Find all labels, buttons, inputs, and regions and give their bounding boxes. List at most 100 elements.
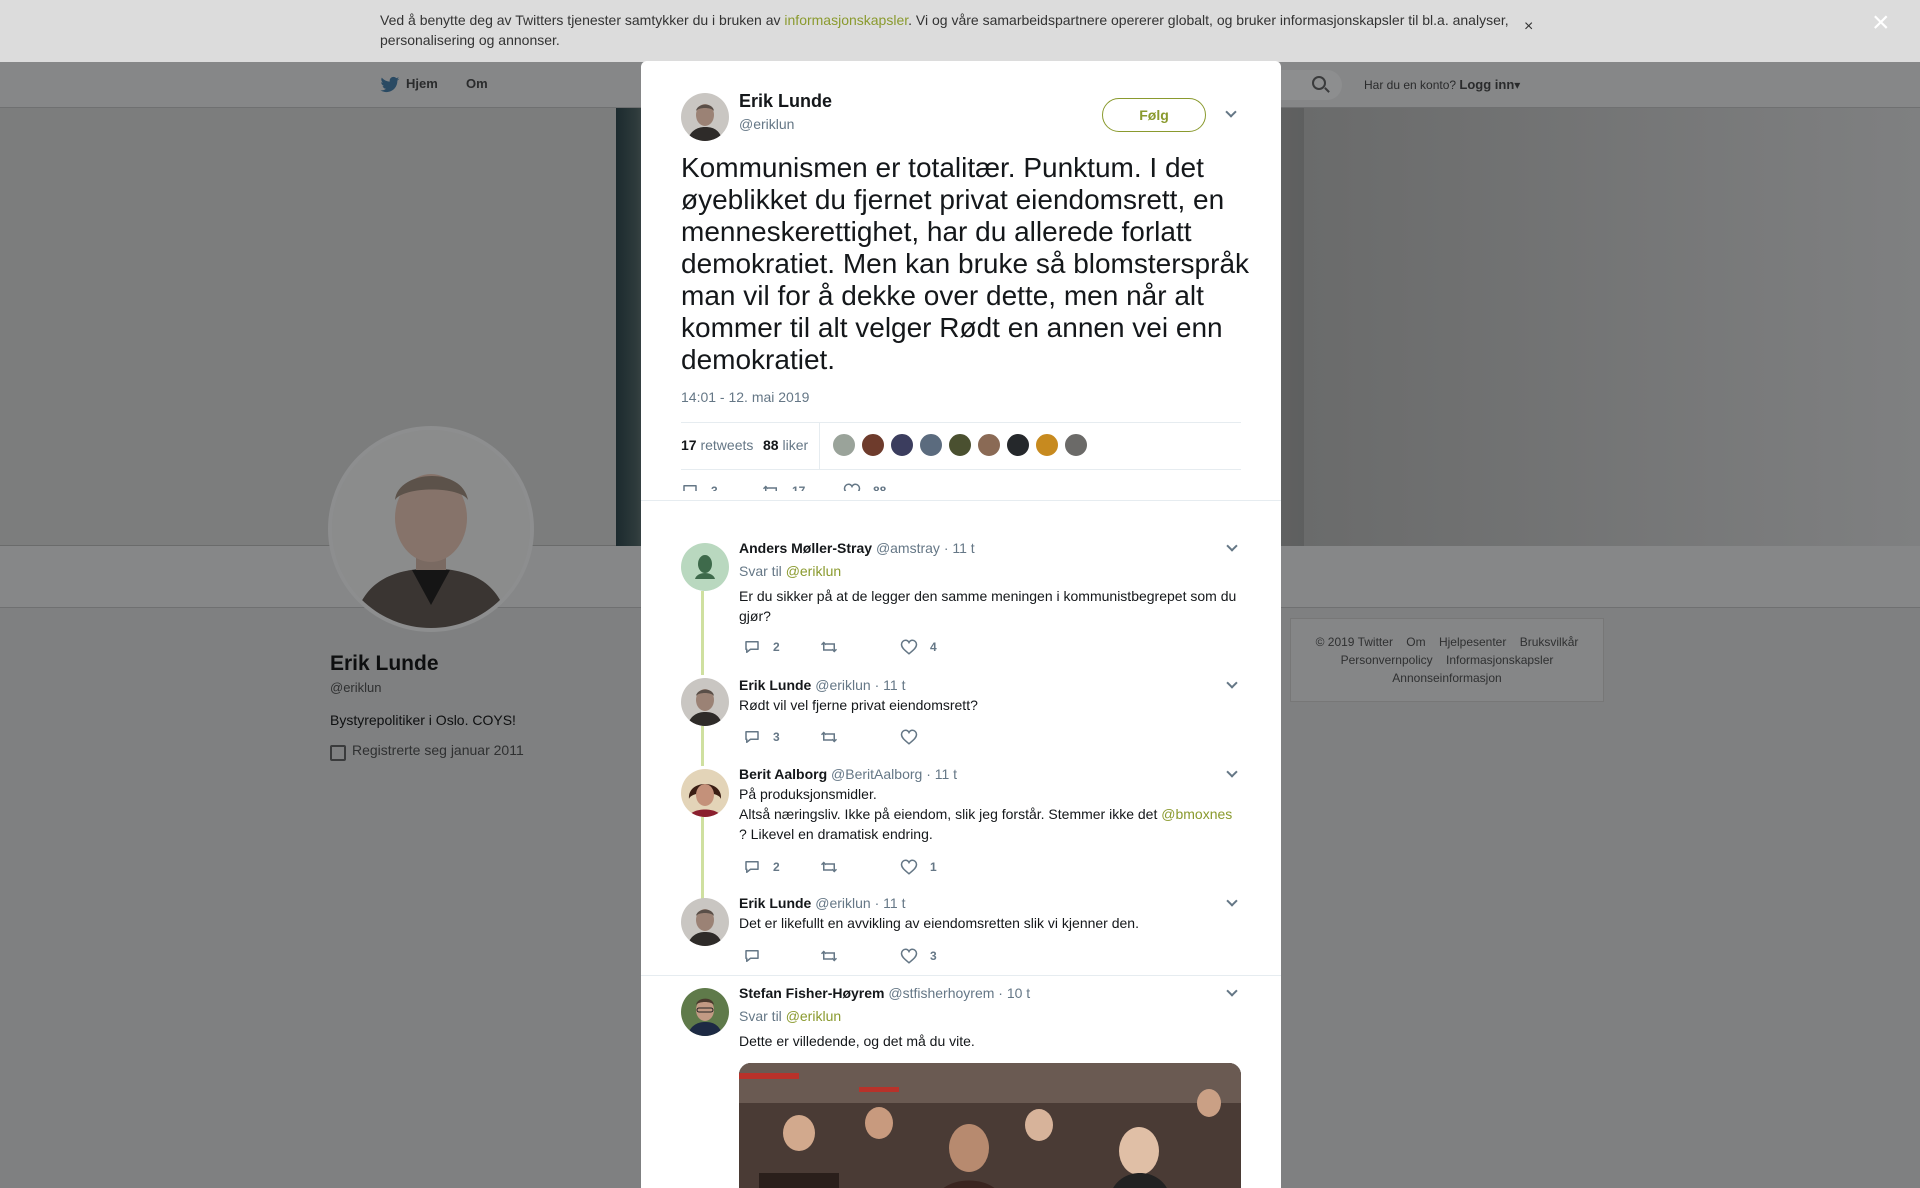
cookie-close-button[interactable]: × [1524,18,1533,36]
thread-divider [641,975,1281,976]
mention-link[interactable]: @eriklun [786,563,841,579]
mention-link[interactable]: @bmoxnes [1161,806,1232,822]
like-action[interactable]: 1 [900,858,937,876]
tweet-photo[interactable] [739,1063,1241,1188]
reply-icon [745,861,759,873]
retweet-action[interactable] [820,728,850,746]
like-action[interactable]: 4 [900,638,937,656]
reply-to: Svar til @eriklun [739,563,842,579]
footer-link-cookies[interactable]: Informasjonskapsler [1446,653,1553,667]
likes-stat[interactable]: 88 liker [763,437,808,453]
avatar[interactable] [681,678,729,726]
heart-icon [900,639,918,655]
profile-bio: Bystyrepolitiker i Oslo. COYS! [330,712,516,728]
reply-author[interactable]: Erik Lunde @eriklun · 11 t [739,677,905,693]
like-action[interactable]: 3 [900,947,937,965]
author-handle[interactable]: @eriklun [739,116,794,132]
reply-text: På produksjonsmidler. Altså næringsliv. … [739,786,1233,842]
retweet-action[interactable] [820,858,850,876]
author-name[interactable]: Erik Lunde [739,91,832,112]
liker-avatar[interactable] [890,433,914,457]
reply-icon [745,950,759,962]
tweet-text: Kommunismen er totalitær. Punktum. I det… [681,152,1250,375]
twitter-bird-icon[interactable] [380,76,400,94]
liker-avatar[interactable] [948,433,972,457]
footer-link-help[interactable]: Hjelpesenter [1439,635,1506,649]
liker-avatar[interactable] [919,433,943,457]
chevron-down-icon[interactable] [1226,985,1238,997]
retweet-action[interactable] [820,947,850,965]
chevron-down-icon[interactable] [1226,677,1238,689]
search-icon[interactable] [1312,76,1326,90]
tweet-stats: 17 retweets 88 liker [681,422,1241,470]
login-link[interactable]: Logg inn [1459,77,1514,92]
tweet-modal: Erik Lunde @eriklun Følg Kommunismen er … [641,61,1281,1188]
retweet-icon [820,731,838,743]
cookie-text-before: Ved å benytte deg av Twitters tjenester … [380,12,785,28]
tweet-timestamp[interactable]: 14:01 - 12. mai 2019 [681,389,809,405]
liker-avatar[interactable] [1064,433,1088,457]
avatar[interactable] [681,898,729,946]
avatar[interactable] [681,93,729,141]
heart-icon [900,729,918,745]
reply-action[interactable]: 3 [743,728,780,746]
reply-text: Det er likefullt en avvikling av eiendom… [739,915,1139,931]
login-area: Har du en konto? Logg inn▾ [1364,77,1520,92]
reply-author[interactable]: Stefan Fisher-Høyrem @stfisherhoyrem · 1… [739,985,1030,1001]
chevron-down-icon[interactable] [1225,106,1237,118]
reply-icon [745,731,759,743]
cookie-link[interactable]: informasjonskapsler [784,12,908,28]
banner-shade [1304,108,1920,546]
thread-line [701,591,704,675]
reply-text: Dette er villedende, og det må du vite. [739,1033,975,1049]
reply-author[interactable]: Erik Lunde @eriklun · 11 t [739,895,905,911]
liker-avatar[interactable] [861,433,885,457]
reply-icon [745,641,759,653]
heart-icon [900,948,918,964]
profile-handle[interactable]: @eriklun [330,680,382,695]
reply-action[interactable] [743,947,773,965]
footer-link-about[interactable]: Om [1406,635,1425,649]
reply-text: Er du sikker på at de legger den samme m… [739,588,1237,624]
reply-author[interactable]: Berit Aalborg @BeritAalborg · 11 t [739,766,957,782]
chevron-down-icon[interactable] [1226,540,1238,552]
thread-separator [641,491,1281,501]
reply-author[interactable]: Anders Møller-Stray @amstray · 11 t [739,540,975,556]
retweet-icon [820,950,838,962]
avatar[interactable] [681,543,729,591]
avatar[interactable] [681,988,729,1036]
liker-avatar[interactable] [1006,433,1030,457]
footer-links: © 2019 Twitter Om Hjelpesenter Bruksvilk… [1290,618,1604,702]
reply-text: Rødt vil vel fjerne privat eiendomsrett? [739,697,978,713]
reply-to: Svar til @eriklun [739,1008,842,1024]
liker-avatar[interactable] [832,433,856,457]
retweets-stat[interactable]: 17 retweets [681,437,753,453]
follow-button[interactable]: Følg [1102,98,1206,132]
footer-link-privacy[interactable]: Personvernpolicy [1341,653,1433,667]
retweet-action[interactable] [820,638,850,656]
like-action[interactable] [900,728,930,746]
profile-name[interactable]: Erik Lunde [330,652,439,676]
chevron-down-icon[interactable] [1226,895,1238,907]
chevron-down-icon[interactable] [1226,766,1238,778]
liker-avatar[interactable] [1035,433,1059,457]
reply-action[interactable]: 2 [743,638,780,656]
profile-joined: Registrerte seg januar 2011 [352,742,524,758]
avatar[interactable] [681,769,729,817]
liker-avatar[interactable] [977,433,1001,457]
footer-link-ads[interactable]: Annonseinformasjon [1392,671,1501,685]
nav-home[interactable]: Hjem [406,76,438,91]
nav-about[interactable]: Om [466,76,488,91]
footer-link-terms[interactable]: Bruksvilkår [1520,635,1579,649]
cookie-banner: Ved å benytte deg av Twitters tjenester … [0,0,1920,62]
chevron-down-icon[interactable]: ▾ [1514,78,1520,92]
mention-link[interactable]: @eriklun [786,1008,841,1024]
retweet-icon [820,861,838,873]
profile-avatar[interactable] [328,426,534,632]
reply-action[interactable]: 2 [743,858,780,876]
close-icon[interactable]: × [1872,8,1890,38]
thread-line [701,726,704,766]
cookie-text: Ved å benytte deg av Twitters tjenester … [380,10,1520,50]
thread-line [701,817,704,904]
login-prompt: Har du en konto? [1364,78,1457,92]
